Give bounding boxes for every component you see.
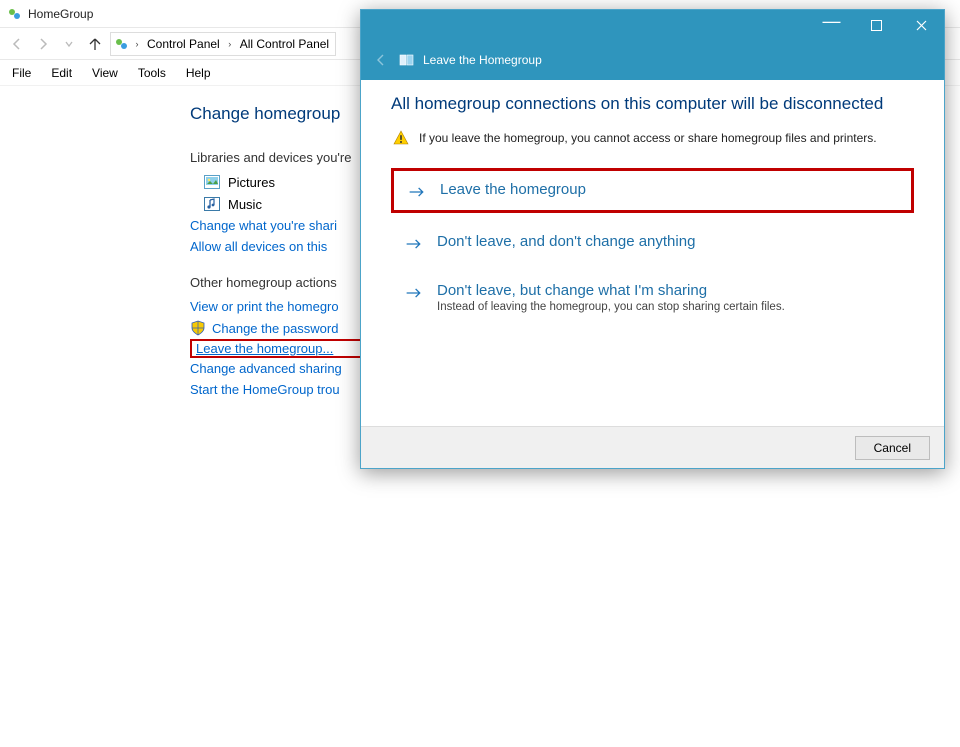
dialog-warning: If you leave the homegroup, you cannot a…: [391, 130, 914, 146]
menu-tools[interactable]: Tools: [136, 64, 168, 82]
menu-help[interactable]: Help: [184, 64, 213, 82]
music-icon: [204, 196, 220, 212]
dialog-heading: All homegroup connections on this comput…: [391, 94, 914, 114]
dialog-maximize-button[interactable]: [854, 10, 899, 40]
arrow-right-icon: [405, 285, 423, 301]
up-button[interactable]: [84, 33, 106, 55]
dialog-titlebar[interactable]: —: [361, 10, 944, 40]
dialog-header: Leave the Homegroup: [361, 40, 944, 80]
homegroup-icon: [115, 37, 129, 51]
leave-homegroup-dialog: — Leave the Homegroup All homegroup conn…: [360, 9, 945, 469]
dialog-back-icon: [373, 52, 391, 68]
breadcrumb-all-items[interactable]: All Control Panel: [238, 37, 331, 51]
window-title: HomeGroup: [28, 7, 93, 21]
library-music-label: Music: [228, 197, 262, 212]
option-change-sharing-title: Don't leave, but change what I'm sharing: [437, 282, 785, 299]
menu-view[interactable]: View: [90, 64, 120, 82]
cancel-button[interactable]: Cancel: [855, 436, 930, 460]
menu-file[interactable]: File: [10, 64, 33, 82]
homegroup-icon: [8, 7, 22, 21]
option-change-sharing-subtitle: Instead of leaving the homegroup, you ca…: [437, 301, 785, 313]
shield-icon: [190, 320, 206, 336]
dialog-close-button[interactable]: [899, 10, 944, 40]
address-bar[interactable]: › Control Panel › All Control Panel: [110, 32, 336, 56]
option-change-sharing[interactable]: Don't leave, but change what I'm sharing…: [391, 272, 914, 323]
dialog-body: All homegroup connections on this comput…: [361, 80, 944, 323]
homegroup-icon: [399, 52, 415, 68]
dialog-warning-text: If you leave the homegroup, you cannot a…: [419, 131, 877, 145]
dialog-minimize-button[interactable]: —: [809, 10, 854, 40]
pictures-icon: [204, 174, 220, 190]
option-dont-leave-title: Don't leave, and don't change anything: [437, 233, 695, 250]
arrow-right-icon: [405, 236, 423, 252]
back-button[interactable]: [6, 33, 28, 55]
option-dont-leave[interactable]: Don't leave, and don't change anything: [391, 223, 914, 262]
chevron-right-icon[interactable]: ›: [133, 39, 141, 49]
chevron-right-icon[interactable]: ›: [226, 39, 234, 49]
menu-edit[interactable]: Edit: [49, 64, 74, 82]
dialog-footer: Cancel: [361, 426, 944, 468]
dialog-title: Leave the Homegroup: [423, 53, 542, 67]
library-pictures-label: Pictures: [228, 175, 275, 190]
forward-button[interactable]: [32, 33, 54, 55]
recent-dropdown-icon[interactable]: [58, 33, 80, 55]
breadcrumb-control-panel[interactable]: Control Panel: [145, 37, 222, 51]
warning-icon: [393, 130, 409, 146]
option-leave-homegroup[interactable]: Leave the homegroup: [391, 168, 914, 213]
option-leave-title: Leave the homegroup: [440, 181, 586, 198]
arrow-right-icon: [408, 184, 426, 200]
